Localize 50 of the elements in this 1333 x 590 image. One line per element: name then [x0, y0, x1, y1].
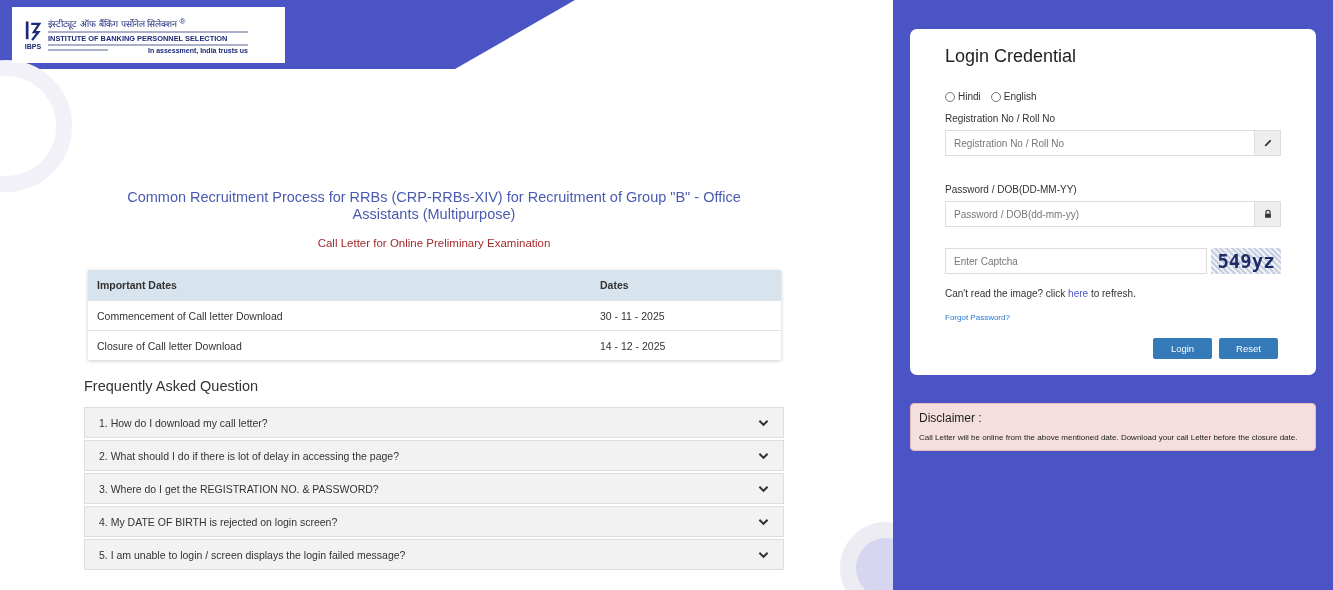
language-radio[interactable]: English: [990, 91, 1037, 102]
faq-question: 5. I am unable to login / screen displays the login failed message?: [99, 548, 406, 561]
page-title: Common Recruitment Process for RRBs (CRP-RRBs-XIV) for Recruitment of Group "B" - Office Assistants (Multipurpose): [126, 189, 742, 223]
chevron-icon: [758, 484, 769, 493]
column-header: Dates: [591, 270, 781, 301]
table-cell: 14 - 12 - 2025: [591, 330, 781, 360]
field-label: Password / DOB(DD-MM-YY): [945, 184, 1078, 195]
captcha-field[interactable]: Enter Captcha: [945, 248, 1207, 274]
refresh-link[interactable]: here: [1068, 288, 1089, 299]
login-heading: Login Credential: [945, 46, 1078, 67]
radio-label: Hindi: [958, 91, 981, 102]
faq-item[interactable]: 2. What should I do if there is lot of delay in accessing the page?: [84, 440, 784, 471]
logo-hindi-name: इंस्टीट्यूट ऑफ बैंकिंग पर्सोनेल सिलेक्शन: [48, 17, 178, 30]
table-cell: Commencement of Call letter Download: [88, 300, 591, 331]
faq-question: 2. What should I do if there is lot of delay in accessing the page?: [99, 449, 399, 462]
reset-button[interactable]: Reset: [1219, 338, 1278, 359]
pencil-icon: [1262, 138, 1273, 148]
faq-item[interactable]: 5. I am unable to login / screen displays the login failed message?: [84, 539, 784, 570]
page-subtitle: Call Letter for Online Preliminary Examination: [316, 237, 552, 249]
input-field[interactable]: Password / DOB(dd-mm-yy): [945, 201, 1255, 227]
lock-icon: [1262, 209, 1273, 219]
chevron-icon: [758, 418, 769, 427]
chevron-icon: [758, 451, 769, 460]
radio-button[interactable]: [945, 91, 955, 102]
chevron-icon: [758, 550, 769, 559]
logo-mark-icon: [24, 20, 42, 43]
input-field[interactable]: Registration No / Roll No: [945, 130, 1255, 156]
faq-item[interactable]: 4. My DATE OF BIRTH is rejected on login screen?: [84, 506, 784, 537]
table-cell: Closure of Call letter Download: [88, 330, 591, 360]
disclaimer-text: Call Letter will be online from the above mentioned date. Download your call Letter before the closure date.: [919, 433, 1299, 443]
column-header: Important Dates: [88, 270, 591, 301]
radio-button[interactable]: [990, 91, 1001, 102]
field-label: Registration No / Roll No: [945, 113, 1057, 124]
disclaimer-heading: Disclaimer :: [919, 411, 983, 425]
registered-mark: ®: [179, 16, 186, 26]
chevron-icon: [758, 517, 769, 526]
radio-label: English: [1003, 91, 1037, 102]
faq-heading: Frequently Asked Question: [84, 378, 260, 394]
language-radio[interactable]: Hindi: [945, 91, 981, 102]
faq-question: 4. My DATE OF BIRTH is rejected on login screen?: [99, 515, 338, 528]
faq-item[interactable]: 1. How do I download my call letter?: [84, 407, 784, 438]
refresh-text: Can't read the image? click: [945, 288, 1066, 299]
faq-item[interactable]: 3. Where do I get the REGISTRATION NO. & PASSWORD?: [84, 473, 784, 504]
faq-question: 1. How do I download my call letter?: [99, 416, 268, 429]
faq-question: 3. Where do I get the REGISTRATION NO. & PASSWORD?: [99, 482, 379, 495]
forgot-password-link[interactable]: Forgot Password?: [945, 313, 1281, 322]
captcha-image: 549yz: [1211, 248, 1281, 274]
refresh-text: to refresh.: [1090, 288, 1136, 299]
table-cell: 30 - 11 - 2025: [591, 300, 781, 331]
login-button[interactable]: Login: [1153, 338, 1212, 359]
